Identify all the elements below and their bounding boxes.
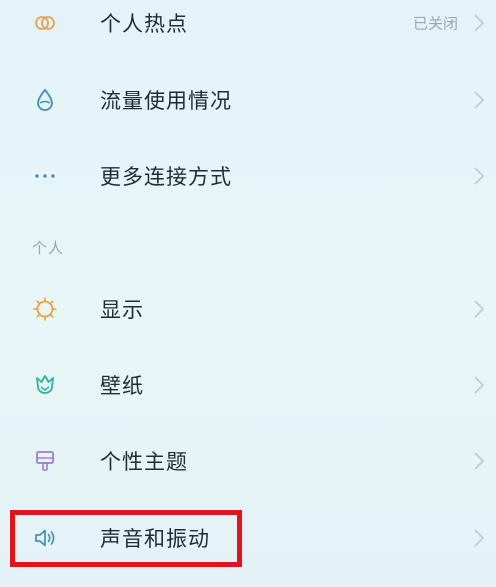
sun-icon (32, 296, 58, 322)
settings-item-display[interactable]: 显示 (0, 273, 496, 345)
settings-item-sound-vibration[interactable]: 声音和振动 (0, 502, 496, 574)
speaker-icon (32, 525, 58, 551)
theme-brush-icon (32, 448, 58, 474)
chevron-right-icon (472, 374, 486, 396)
settings-item-data-usage[interactable]: 流量使用情况 (0, 64, 496, 136)
section-header-personal: 个人 (32, 239, 65, 257)
chevron-right-icon (472, 450, 486, 472)
chevron-right-icon (472, 165, 486, 187)
settings-item-label: 个性主题 (100, 450, 188, 474)
settings-item-label: 更多连接方式 (100, 165, 232, 189)
settings-item-label: 壁纸 (100, 374, 144, 398)
settings-item-more-connections[interactable]: 更多连接方式 (0, 140, 496, 212)
more-dots-icon (32, 163, 58, 189)
settings-item-theme[interactable]: 个性主题 (0, 425, 496, 497)
settings-screen: 个人热点 已关闭 流量使用情况 更多连接方式 个人 显示 壁纸 个性主题 声音和… (0, 0, 496, 587)
chevron-right-icon (472, 12, 486, 34)
chevron-right-icon (472, 89, 486, 111)
settings-item-hotspot[interactable]: 个人热点 已关闭 (0, 0, 496, 59)
wallpaper-tulip-icon (32, 372, 58, 398)
settings-item-label: 流量使用情况 (100, 89, 232, 113)
settings-item-label: 显示 (100, 298, 144, 322)
settings-item-label: 个人热点 (100, 12, 188, 36)
hotspot-status: 已关闭 (412, 14, 458, 33)
chevron-right-icon (472, 527, 486, 549)
settings-item-label: 声音和振动 (100, 527, 210, 551)
settings-item-wallpaper[interactable]: 壁纸 (0, 349, 496, 421)
chevron-right-icon (472, 298, 486, 320)
hotspot-icon (32, 10, 58, 36)
data-drop-icon (32, 87, 58, 113)
